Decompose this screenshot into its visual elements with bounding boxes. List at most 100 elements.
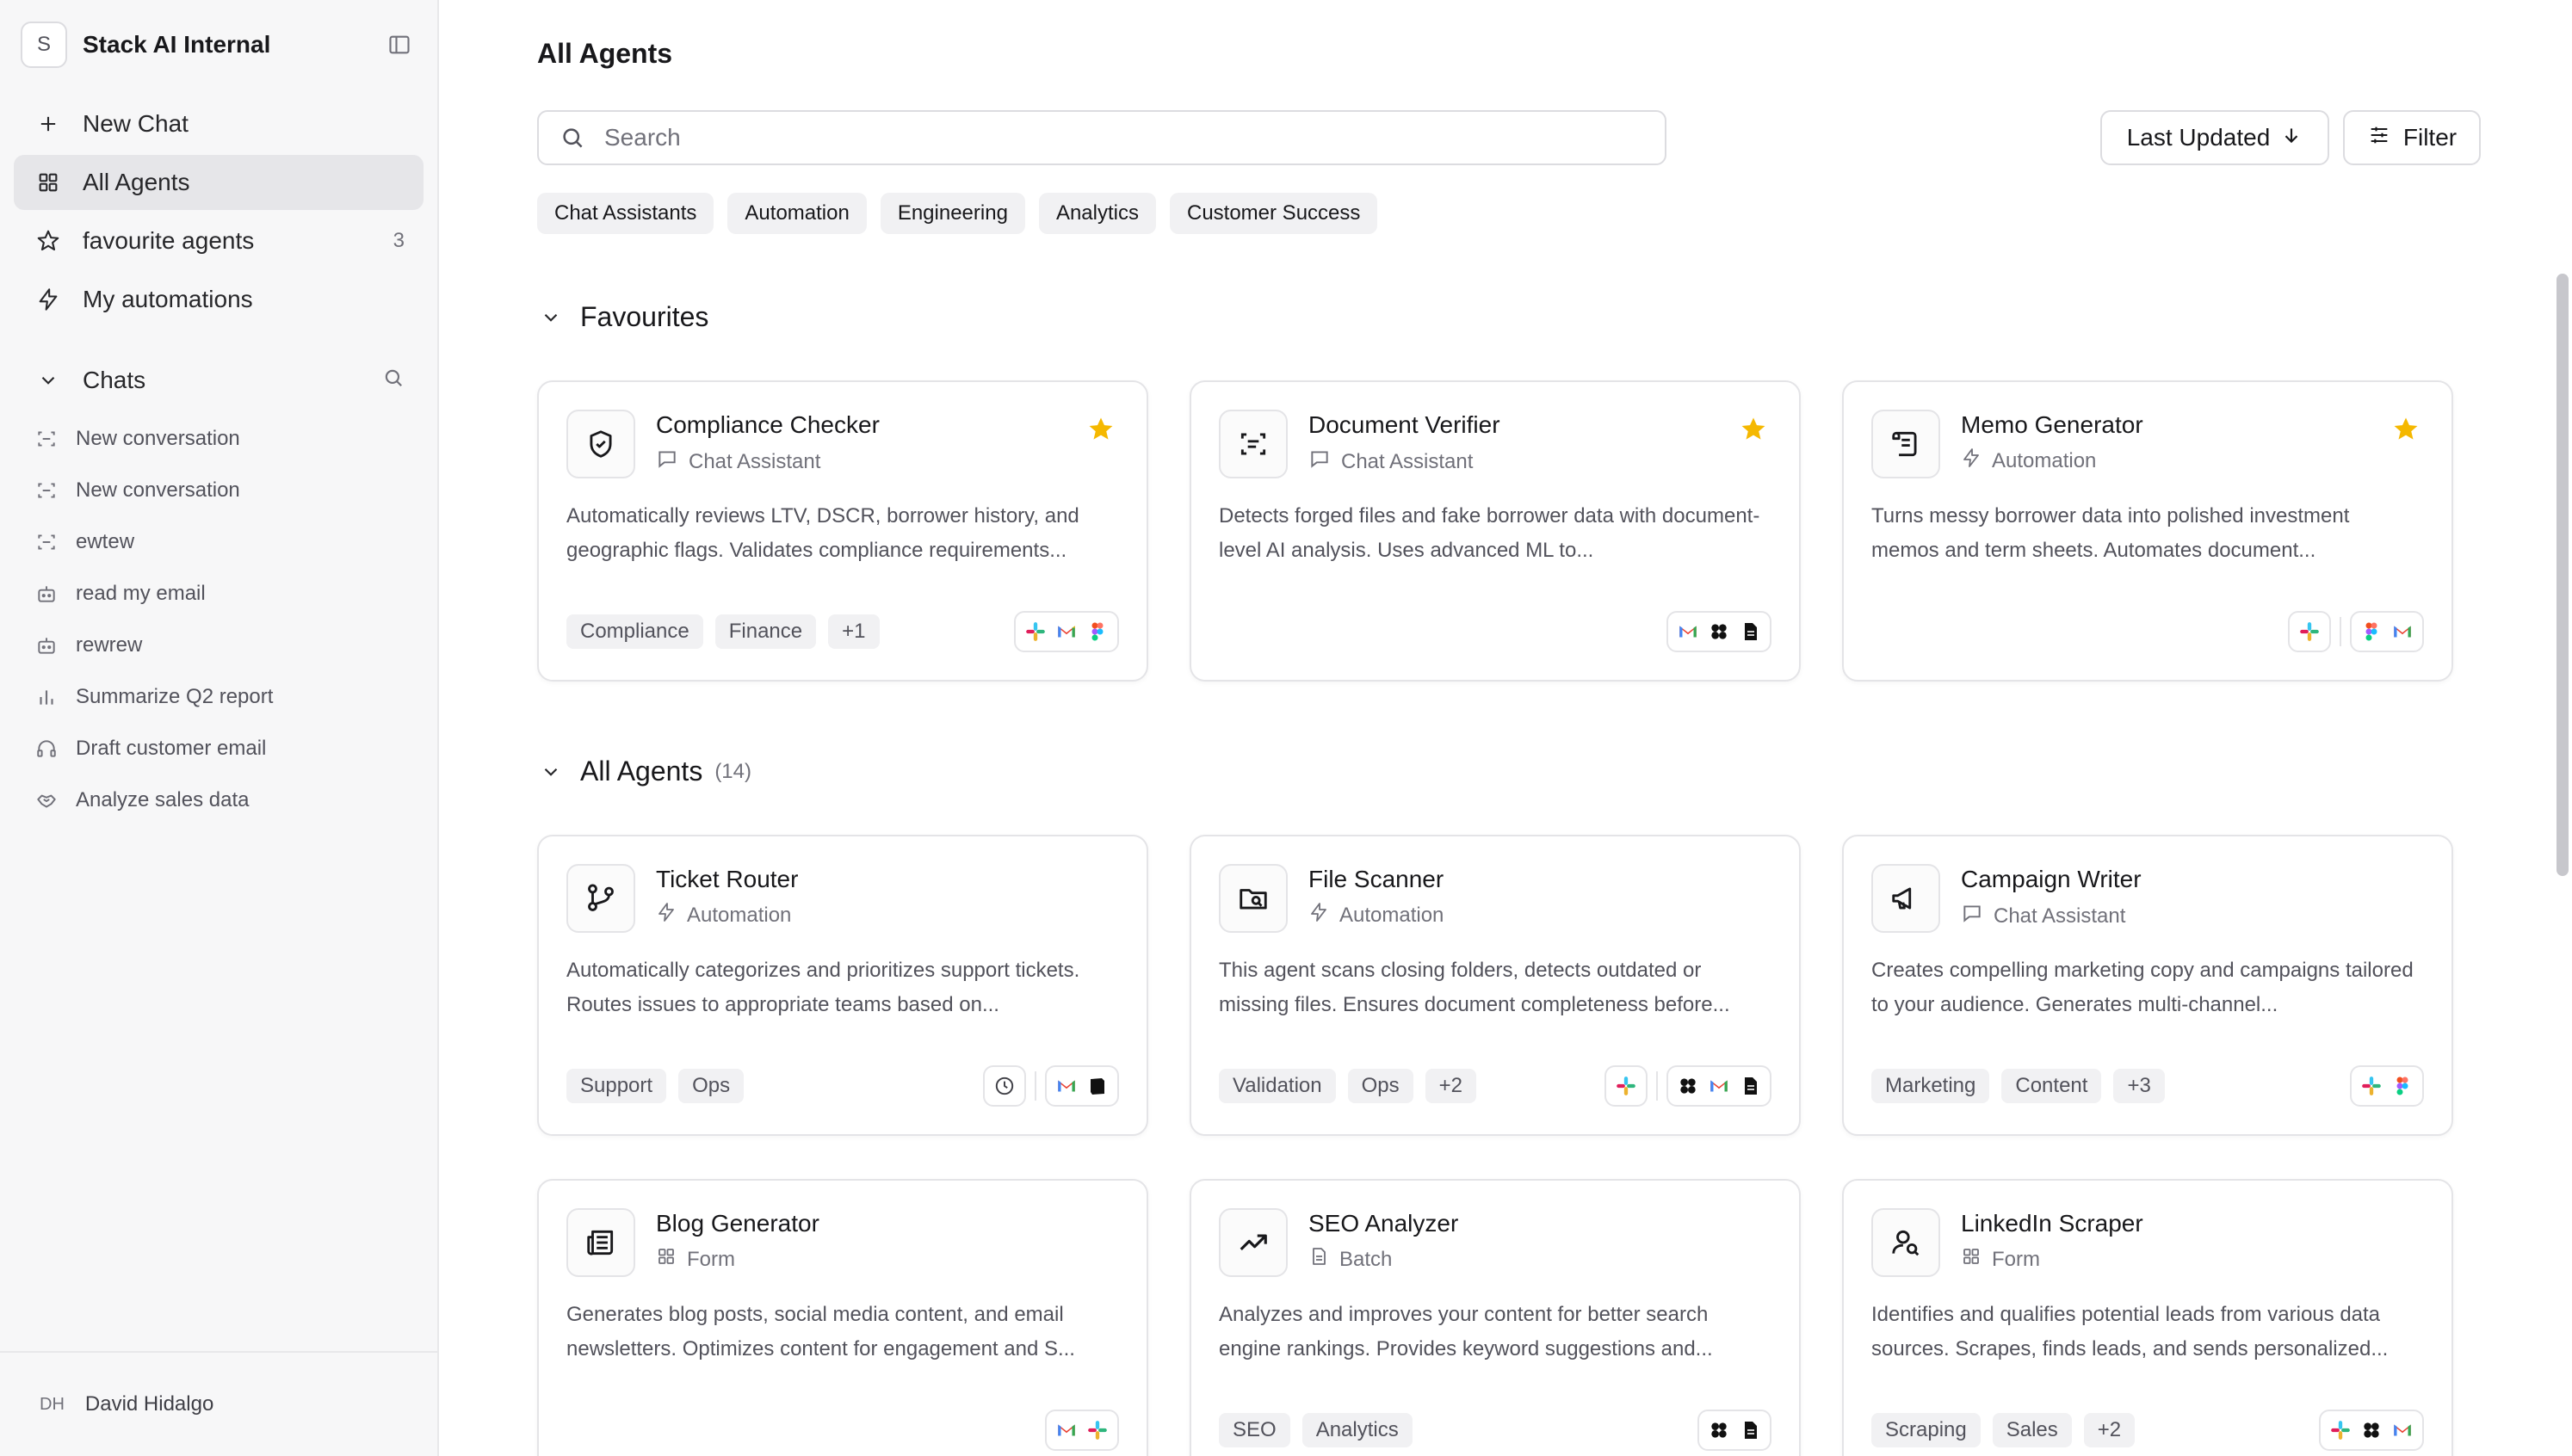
chevron-down-icon [537,304,565,331]
agent-card[interactable]: Ticket Router Automation Automatically c… [537,835,1148,1136]
workspace-badge: S [21,22,67,68]
category-chip[interactable]: Customer Success [1169,193,1378,234]
form-grid-icon [656,1246,677,1273]
search-bar[interactable] [537,110,1666,165]
user-profile[interactable]: DH David Hidalgo [0,1351,437,1456]
scan-icon [33,528,60,556]
form-grid-icon [1961,1246,1982,1273]
tag: Finance [714,614,817,649]
agent-description: Generates blog posts, social media conte… [566,1303,1075,1360]
chat-item[interactable]: read my email [14,568,424,620]
integrations [1697,1410,1771,1451]
agent-card[interactable]: Memo Generator Automation Turns messy bo… [1842,380,2453,682]
chat-item[interactable]: Summarize Q2 report [14,671,424,723]
agent-type-label: Automation [1339,903,1444,927]
newspaper-icon [566,1208,635,1277]
tag: +2 [2083,1413,2136,1447]
category-chip[interactable]: Chat Assistants [537,193,714,234]
clock-icon [990,1071,1019,1101]
figma-icon [1083,617,1112,646]
scan-text-icon [1219,410,1288,478]
workspace-switcher[interactable]: S Stack AI Internal [21,22,417,68]
chats-section-header[interactable]: Chats [14,353,424,408]
chat-bubble-icon [1308,447,1331,476]
star-filled-icon[interactable] [2391,415,2421,448]
agent-description: Analyzes and improves your content for b… [1219,1303,1713,1360]
agent-card[interactable]: Campaign Writer Chat Assistant Creates c… [1842,835,2453,1136]
integrations [1604,1065,1771,1107]
lightning-icon [656,902,677,929]
trigger-group [1604,1065,1648,1107]
agent-card[interactable]: File Scanner Automation This agent scans… [1190,835,1801,1136]
agent-card[interactable]: Blog Generator Form Generates blog posts… [537,1179,1148,1456]
agent-name: Campaign Writer [1961,866,2142,892]
agent-name: Document Verifier [1308,411,1500,438]
slack-icon [1611,1071,1641,1101]
chat-item-label: New conversation [76,427,240,450]
agent-type: Chat Assistant [1308,447,1473,476]
sort-button-label: Last Updated [2126,124,2271,151]
document-icon [1735,1416,1765,1445]
agent-type: Chat Assistant [1961,902,2125,930]
category-chip[interactable]: Automation [727,193,867,234]
sidebar-toggle-icon[interactable] [382,28,417,62]
agent-card[interactable]: SEO Analyzer Batch Analyzes and improves… [1190,1179,1801,1456]
nav-favourite-agents-label: favourite agents [83,227,255,254]
bar-chart-icon [33,683,60,711]
search-chats-icon[interactable] [382,367,405,395]
chevron-down-icon [537,758,565,786]
chat-bubble-icon [656,447,678,476]
chat-item[interactable]: rewrew [14,620,424,671]
main-content: All Agents Last Updated Filter Chat Assi… [441,0,2572,1456]
favourites-count: 3 [393,229,405,252]
agent-type: Automation [1961,447,2096,474]
agent-tags: Marketing Content +3 [1871,1069,2165,1103]
agent-card[interactable]: Compliance Checker Chat Assistant Automa… [537,380,1148,682]
category-chip[interactable]: Engineering [880,193,1025,234]
integration-group [1045,1410,1119,1451]
handshake-icon [33,787,60,814]
integration-group [1045,1065,1119,1107]
all-agents-section-header[interactable]: All Agents (14) [537,756,751,787]
agent-tags: Compliance Finance +1 [566,614,880,649]
nav-favourite-agents[interactable]: favourite agents 3 [14,213,424,268]
integration-group [1666,1065,1771,1107]
star-outline-icon [33,225,64,256]
category-chip[interactable]: Analytics [1038,193,1156,234]
chat-item[interactable]: New conversation [14,413,424,465]
agent-type-label: Chat Assistant [1994,904,2126,928]
gmail-icon [1052,617,1081,646]
chat-item-label: Summarize Q2 report [76,685,274,708]
bot-icon [33,580,60,608]
tag: +1 [828,614,880,649]
search-input[interactable] [604,124,1644,151]
scroll-icon [1871,410,1940,478]
sort-button[interactable]: Last Updated [2100,110,2329,165]
favourites-section-header[interactable]: Favourites [537,301,708,333]
tag: Support [566,1069,667,1103]
agent-type-label: Automation [687,903,792,927]
filter-button[interactable]: Filter [2343,110,2481,165]
nav-new-chat[interactable]: New Chat [14,96,424,151]
integrations [2288,611,2424,652]
agent-name: Ticket Router [656,866,799,892]
chat-item[interactable]: Draft customer email [14,723,424,774]
chat-item[interactable]: New conversation [14,465,424,516]
agent-description: Creates compelling marketing copy and ca… [1871,959,2414,1016]
all-agents-count: (14) [714,759,751,783]
slack-icon [1021,617,1050,646]
tag: +3 [2113,1069,2165,1103]
chat-item[interactable]: Analyze sales data [14,774,424,826]
nav-my-automations[interactable]: My automations [14,272,424,327]
lightning-icon [1961,447,1982,474]
gmail-icon [1052,1071,1081,1101]
agent-card[interactable]: LinkedIn Scraper Form Identifies and qua… [1842,1179,2453,1456]
category-filters: Chat Assistants Automation Engineering A… [537,193,1378,234]
chat-item-label: ewtew [76,530,135,553]
agent-card[interactable]: Document Verifier Chat Assistant Detects… [1190,380,1801,682]
star-filled-icon[interactable] [1086,415,1116,448]
scrollbar-thumb[interactable] [2557,274,2569,876]
nav-all-agents[interactable]: All Agents [14,155,424,210]
star-filled-icon[interactable] [1739,415,1768,448]
chat-item[interactable]: ewtew [14,516,424,568]
